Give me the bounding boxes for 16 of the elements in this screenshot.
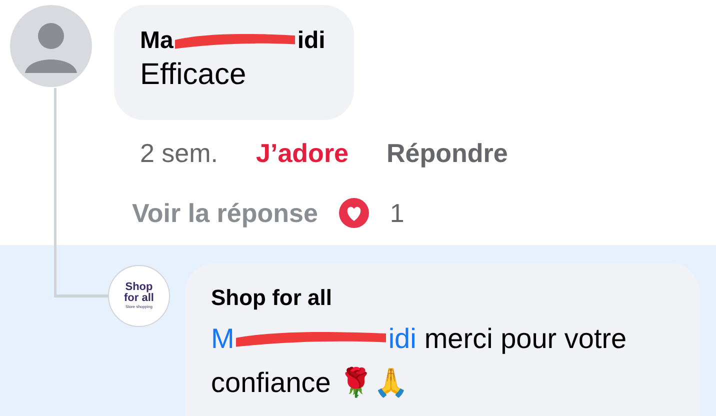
reaction-count: 1 — [390, 197, 404, 230]
mention-link[interactable]: idi — [388, 317, 416, 361]
author-name[interactable]: idi — [297, 27, 326, 55]
view-replies-link[interactable]: Voir la réponse — [132, 195, 318, 231]
reply-text: merci pour votre — [424, 322, 627, 356]
reply-text: confiance 🌹🙏 — [211, 366, 409, 400]
action-link[interactable]: Répondre — [386, 135, 508, 171]
reply-author[interactable]: Shop for all — [211, 283, 700, 313]
action-link[interactable]: J’adore — [256, 135, 349, 171]
author-name[interactable]: Ma — [140, 27, 174, 55]
avatar-icon — [10, 5, 92, 87]
avatar-logo-text: for all — [124, 293, 154, 304]
mention-link[interactable]: M — [211, 317, 234, 361]
timestamp: 2 sem. — [140, 137, 218, 170]
comment-text: Efficace — [140, 57, 248, 93]
avatar-logo-text: Shop — [125, 282, 153, 293]
